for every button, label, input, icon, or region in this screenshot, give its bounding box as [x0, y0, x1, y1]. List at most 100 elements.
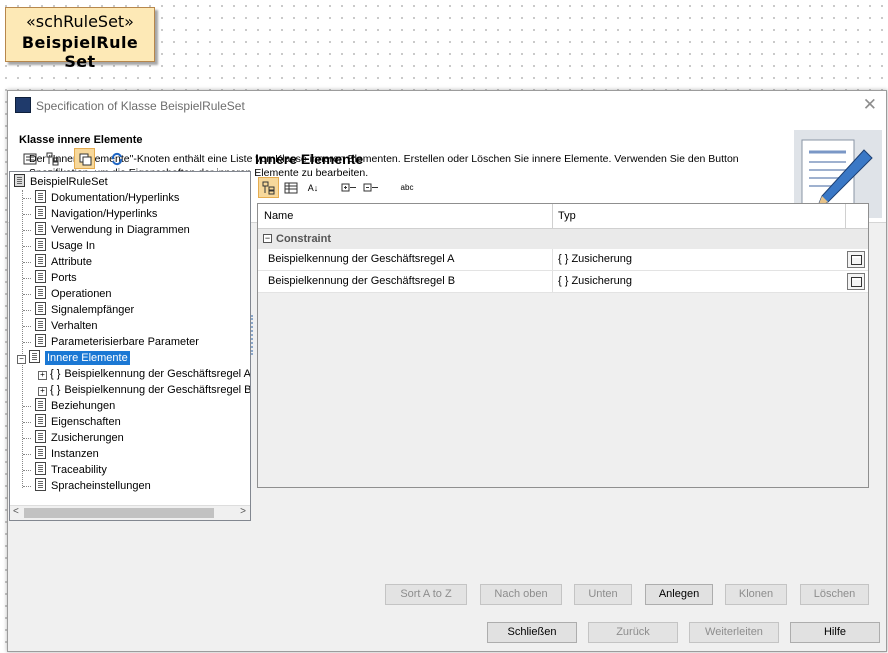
columns-icon[interactable] — [281, 178, 301, 198]
tree-item-label: Verhalten — [51, 320, 98, 332]
tree-item[interactable]: Parameterisierbare Parameter — [23, 334, 199, 350]
tree-item-label: Parameterisierbare Parameter — [51, 336, 199, 348]
document-icon — [35, 478, 46, 491]
constraint-icon: { } — [50, 384, 61, 396]
tree-item-label: Ports — [51, 272, 77, 284]
class-stereotype: «schRuleSet» — [26, 12, 134, 31]
hilfe-button[interactable]: Hilfe — [790, 622, 880, 643]
scroll-right-icon[interactable]: > — [240, 506, 246, 517]
specification-button-icon[interactable] — [847, 251, 865, 268]
group-by-icon[interactable] — [258, 177, 279, 198]
tree-item-innere-elemente[interactable]: − Innere Elemente — [17, 350, 130, 366]
anlegen-button[interactable]: Anlegen — [645, 584, 713, 605]
document-icon — [35, 446, 46, 459]
tree-guide — [23, 342, 31, 343]
tree-view-icon[interactable] — [43, 149, 63, 169]
tree-item[interactable]: Usage In — [23, 238, 95, 254]
document-icon — [35, 302, 46, 315]
tree-item[interactable]: Ports — [23, 270, 77, 286]
tree-item-label: Dokumentation/Hyperlinks — [51, 192, 180, 204]
tree-item[interactable]: Operationen — [23, 286, 112, 302]
document-icon — [35, 222, 46, 235]
column-header-typ[interactable]: Typ — [558, 210, 576, 222]
tree-item[interactable]: Navigation/Hyperlinks — [23, 206, 158, 222]
tree-item-label: Signalempfänger — [51, 304, 135, 316]
document-icon — [35, 254, 46, 267]
nach-oben-button[interactable]: Nach oben — [480, 584, 562, 605]
tree-item[interactable]: Instanzen — [23, 446, 99, 462]
document-icon — [29, 350, 40, 363]
collapse-icon[interactable]: − — [263, 234, 272, 243]
tree-item[interactable]: Beziehungen — [23, 398, 115, 414]
tree-item[interactable]: Traceability — [23, 462, 107, 478]
tree-item[interactable]: Verhalten — [23, 318, 98, 334]
document-icon — [35, 286, 46, 299]
tree-guide — [23, 214, 31, 215]
tree-guide — [23, 454, 31, 455]
collapse-all-icon[interactable] — [361, 178, 381, 198]
tree-item-label: Spracheinstellungen — [51, 480, 151, 492]
horizontal-scrollbar[interactable]: < > — [10, 505, 250, 520]
tree-guide — [23, 230, 31, 231]
tree-item[interactable]: Eigenschaften — [23, 414, 121, 430]
loeschen-button[interactable]: Löschen — [800, 584, 869, 605]
expand-all-icon[interactable] — [339, 178, 359, 198]
tree-item-label: Navigation/Hyperlinks — [51, 208, 158, 220]
tree-child-a[interactable]: +{ } Beispielkennung der Geschäftsregel A — [38, 366, 250, 382]
unten-button[interactable]: Unten — [574, 584, 632, 605]
tree-item[interactable]: Signalempfänger — [23, 302, 135, 318]
zurueck-button[interactable]: Zurück — [588, 622, 678, 643]
tree-item-label: Operationen — [51, 288, 112, 300]
tree-guide — [23, 246, 31, 247]
list-view-icon[interactable] — [20, 149, 40, 169]
tree-guide — [23, 294, 31, 295]
document-icon — [35, 398, 46, 411]
refresh-icon[interactable] — [107, 149, 127, 169]
document-icon — [35, 206, 46, 219]
spelling-icon[interactable]: abc — [397, 177, 417, 197]
scroll-thumb[interactable] — [24, 508, 214, 518]
tree-guide — [23, 470, 31, 471]
document-icon — [35, 334, 46, 347]
sort-a-to-z-button[interactable]: Sort A to Z — [385, 584, 467, 605]
tree-guide — [22, 190, 23, 488]
class-name: BeispielRule Set — [21, 33, 139, 71]
class-icon — [14, 174, 25, 187]
specification-button-icon[interactable] — [847, 273, 865, 290]
tree-item-label: Traceability — [51, 464, 107, 476]
tree-child-b[interactable]: +{ } Beispielkennung der Geschäftsregel B — [38, 382, 250, 398]
class-shape[interactable]: «schRuleSet» BeispielRule Set — [5, 7, 155, 71]
group-row-constraint[interactable]: − Constraint — [258, 229, 868, 249]
weiterleiten-button[interactable]: Weiterleiten — [689, 622, 779, 643]
klonen-button[interactable]: Klonen — [725, 584, 787, 605]
sort-icon[interactable]: A↓ — [303, 178, 323, 198]
close-icon[interactable]: ✕ — [863, 95, 877, 115]
scroll-left-icon[interactable]: < — [13, 506, 19, 517]
document-icon — [35, 238, 46, 251]
tree-root[interactable]: BeispielRuleSet — [14, 174, 108, 190]
tree-item[interactable]: Verwendung in Diagrammen — [23, 222, 190, 238]
tree-item[interactable]: Spracheinstellungen — [23, 478, 151, 494]
tree-item[interactable]: Attribute — [23, 254, 92, 270]
header-heading: Klasse innere Elemente — [19, 134, 143, 146]
document-icon — [35, 430, 46, 443]
document-icon — [35, 270, 46, 283]
table-row[interactable]: Beispielkennung der Geschäftsregel B { }… — [258, 271, 868, 293]
constraint-icon: { } — [50, 368, 61, 380]
specification-tree[interactable]: BeispielRuleSet − Innere Elemente +{ } Bei… — [9, 171, 251, 521]
table-header: Name Typ — [258, 204, 868, 229]
tree-guide — [23, 486, 31, 487]
table-row[interactable]: Beispielkennung der Geschäftsregel A { }… — [258, 249, 868, 271]
tree-item[interactable]: Zusicherungen — [23, 430, 124, 446]
column-header-name[interactable]: Name — [264, 210, 293, 222]
schliessen-button[interactable]: Schließen — [487, 622, 577, 643]
dialog-title: Specification of Klasse BeispielRuleSet — [36, 99, 245, 113]
show-children-icon[interactable] — [74, 148, 95, 169]
panel-splitter[interactable] — [251, 315, 255, 355]
tree-guide — [23, 326, 31, 327]
tree-item-label: Attribute — [51, 256, 92, 268]
tree-item-label: Verwendung in Diagrammen — [51, 224, 190, 236]
tree-item[interactable]: Dokumentation/Hyperlinks — [23, 190, 180, 206]
app-icon — [15, 97, 31, 113]
grid-toolbar: A↓ abc — [257, 176, 457, 200]
